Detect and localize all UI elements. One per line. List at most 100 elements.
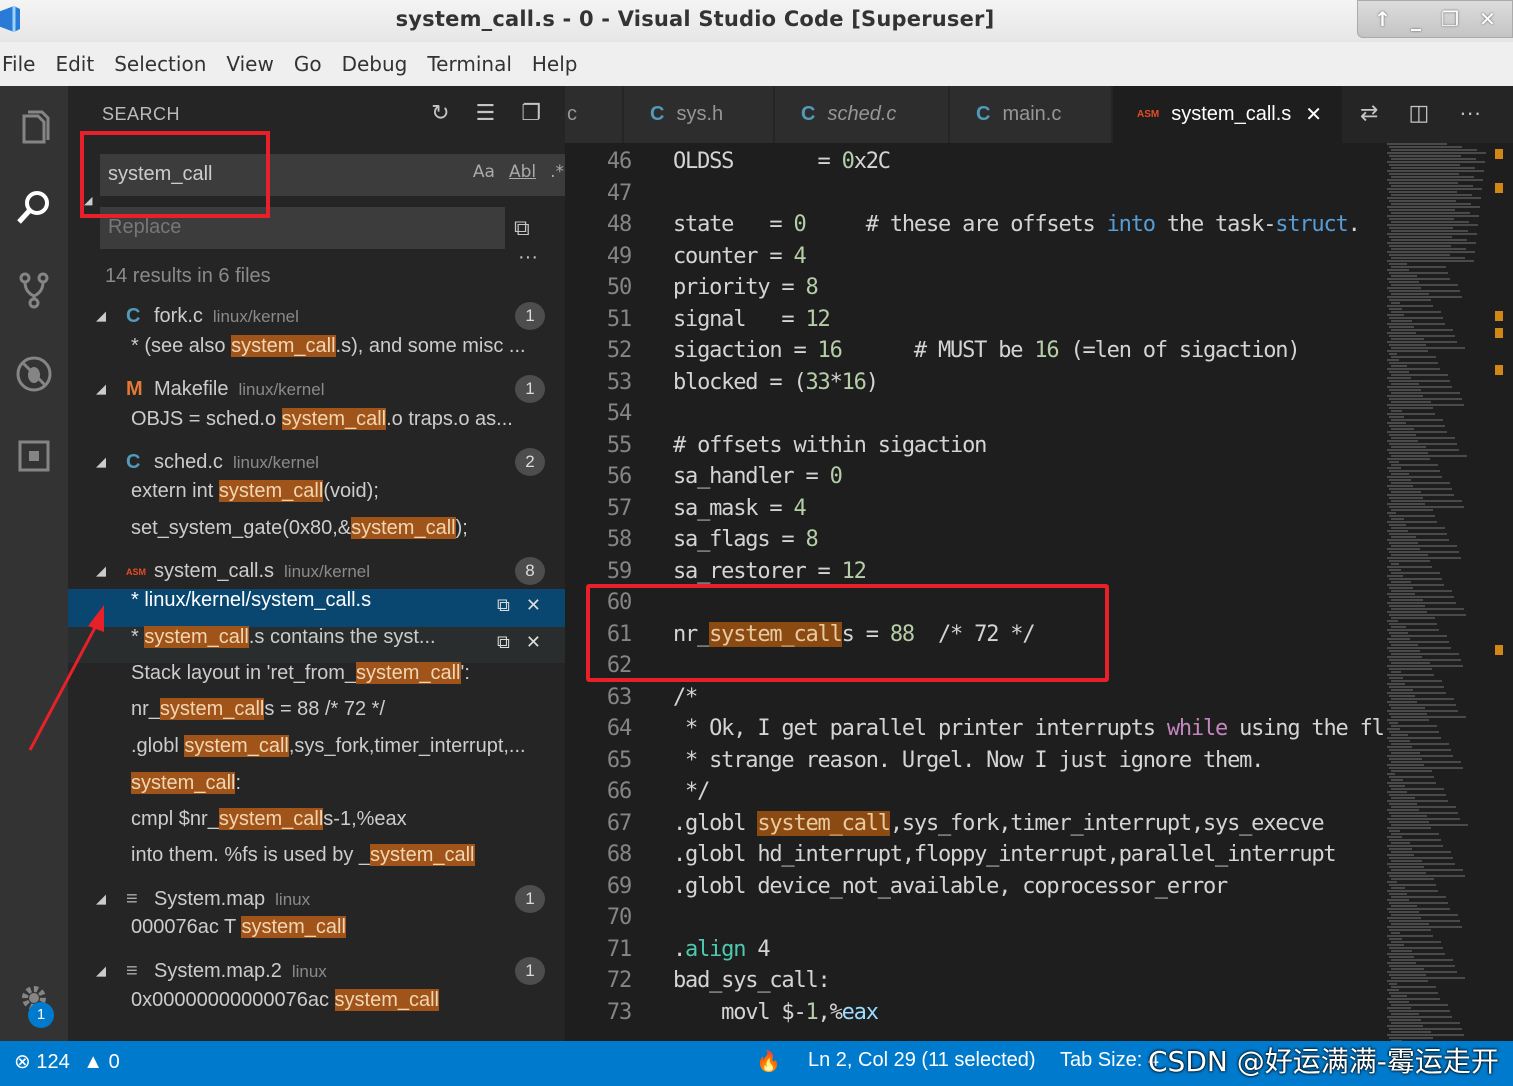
feedback-icon[interactable]: 🔥 (756, 1049, 781, 1074)
menu-go[interactable]: Go (284, 52, 332, 76)
match-result-row[interactable]: .globl system_call,sys_fork,timer_interr… (131, 735, 561, 771)
minimap-line (1389, 236, 1452, 238)
code-line[interactable]: 69 .globl device_not_available, coprocess… (565, 874, 1385, 906)
code-line[interactable]: 53 blocked = (33*16) (565, 370, 1385, 402)
code-line[interactable]: 63 /* (565, 685, 1385, 717)
search-icon[interactable] (0, 176, 68, 240)
collapse-all-icon[interactable]: ❐ (521, 100, 541, 126)
code-line[interactable]: 50 priority = 8 (565, 275, 1385, 307)
code-line[interactable]: 70 (565, 905, 1385, 937)
match-result-row[interactable]: 0x00000000000076ac system_call (131, 989, 561, 1025)
code-line[interactable]: 52 sigaction = 16 # MUST be 16 (=len of s… (565, 338, 1385, 370)
replace-icon[interactable]: ⧉ (497, 632, 510, 653)
toggle-search-details-icon[interactable]: ··· (518, 246, 538, 269)
collapse-arrow-icon[interactable]: ◢ (96, 454, 106, 470)
refresh-icon[interactable]: ↻ (431, 100, 449, 126)
code-line[interactable]: 66 */ (565, 779, 1385, 811)
minimap-line (1387, 197, 1481, 199)
code-line[interactable]: 68 .globl hd_interrupt,floppy_interrupt,p… (565, 842, 1385, 874)
menu-debug[interactable]: Debug (332, 52, 418, 76)
match-result-row[interactable]: Stack layout in 'ret_from_system_call': (131, 662, 561, 698)
minimap-line (1389, 623, 1437, 625)
match-result-row[interactable]: set_system_gate(0x80,&system_call); (131, 517, 561, 553)
close-icon[interactable]: ✕ (1479, 7, 1496, 31)
match-result-row[interactable]: extern int system_call(void); (131, 480, 561, 516)
file-result-row[interactable]: ◢ ASM system_call.s linux/kernel 8 (68, 553, 565, 589)
code-line[interactable]: 48 state = 0 # these are offsets into the… (565, 212, 1385, 244)
replace-icon[interactable]: ⧉ (497, 595, 510, 616)
replace-all-icon[interactable]: ⧉ (514, 215, 530, 241)
code-line[interactable]: 58 sa_flags = 8 (565, 527, 1385, 559)
code-line[interactable]: 57 sa_mask = 4 (565, 496, 1385, 528)
match-result-row[interactable]: * (see also system_call.s), and some mis… (131, 335, 561, 371)
regex-icon[interactable]: .* (550, 162, 564, 182)
always-on-top-icon[interactable]: ↑ (1374, 7, 1391, 31)
code-line[interactable]: 54 (565, 401, 1385, 433)
match-result-row[interactable]: 000076ac T system_call (131, 916, 561, 952)
code-line[interactable]: 71 .align 4 (565, 937, 1385, 969)
file-result-row[interactable]: ◢ M Makefile linux/kernel 1 (68, 371, 565, 407)
menu-help[interactable]: Help (522, 52, 588, 76)
open-changes-icon[interactable]: ⇄ (1360, 100, 1378, 126)
collapse-arrow-icon[interactable]: ◢ (96, 891, 106, 907)
explorer-icon[interactable] (0, 96, 68, 160)
tab-main-c[interactable]: C main.c (950, 86, 1112, 143)
watermark: CSDN @好运满满-霉运走开 (1148, 1045, 1499, 1078)
match-result-row[interactable]: into them. %fs is used by _system_call (131, 844, 561, 880)
collapse-arrow-icon[interactable]: ◢ (96, 381, 106, 397)
source-control-icon[interactable] (0, 258, 68, 322)
tab-system-call-s[interactable]: ASM system_call.s ✕ (1113, 86, 1343, 143)
match-case-icon[interactable]: Aa (473, 162, 495, 182)
match-result-row[interactable]: OBJS = sched.o system_call.o traps.o as.… (131, 408, 561, 444)
line-number: 52 (606, 338, 632, 363)
menu-terminal[interactable]: Terminal (417, 52, 522, 76)
collapse-arrow-icon[interactable]: ◢ (96, 308, 106, 324)
code-line[interactable]: 51 signal = 12 (565, 307, 1385, 339)
more-actions-icon[interactable]: ··· (1459, 100, 1481, 126)
split-editor-icon[interactable]: ◫ (1408, 100, 1429, 126)
dismiss-icon[interactable]: ✕ (526, 595, 541, 616)
code-line[interactable]: 47 (565, 181, 1385, 213)
whole-word-icon[interactable]: Abl (509, 162, 536, 182)
menu-edit[interactable]: Edit (45, 52, 104, 76)
file-result-row[interactable]: ◢ ≡ System.map linux 1 (68, 881, 565, 917)
file-result-row[interactable]: ◢ ≡ System.map.2 linux 1 (68, 953, 565, 989)
minimize-icon[interactable]: _ (1411, 7, 1421, 31)
collapse-arrow-icon[interactable]: ◢ (96, 963, 106, 979)
extensions-icon[interactable] (0, 424, 68, 488)
code-line[interactable]: 65 * strange reason. Urgel. Now I just i… (565, 748, 1385, 780)
code-line[interactable]: 67 .globl system_call,sys_fork,timer_inte… (565, 810, 1385, 843)
cursor-position[interactable]: Ln 2, Col 29 (11 selected) (808, 1049, 1036, 1072)
minimap[interactable] (1385, 143, 1486, 1041)
code-line[interactable]: 46 OLDSS = 0x2C (565, 149, 1385, 181)
menu-file[interactable]: File (0, 52, 45, 76)
match-result-row[interactable]: system_call: (131, 772, 561, 808)
code-line[interactable]: 73 movl $-1,%eax (565, 1000, 1385, 1032)
line-number: 57 (606, 495, 632, 521)
problems-indicator[interactable]: ⊗ 124 ▲ 0 (14, 1049, 120, 1074)
code-line[interactable]: 49 counter = 4 (565, 244, 1385, 276)
debug-icon[interactable] (0, 342, 68, 406)
menu-selection[interactable]: Selection (104, 52, 216, 76)
file-result-row[interactable]: ◢ Csched.c linux/kernel 2 (68, 444, 565, 480)
tab-sched-c[interactable]: C sched.c (775, 86, 949, 143)
menu-view[interactable]: View (216, 52, 283, 76)
code-line[interactable]: 72 bad_sys_call: (565, 968, 1385, 1000)
file-result-row[interactable]: ◢ Cfork.c linux/kernel 1 (68, 298, 565, 334)
line-text: counter = 4 (673, 243, 807, 269)
match-result-row[interactable]: * linux/kernel/system_call.s (131, 589, 491, 625)
code-line[interactable]: 55 # offsets within sigaction (565, 433, 1385, 465)
tab-sys-h[interactable]: C sys.h (624, 86, 774, 143)
code-line[interactable]: 56 sa_handler = 0 (565, 464, 1385, 496)
tab-partial[interactable]: c (565, 86, 623, 143)
collapse-arrow-icon[interactable]: ◢ (96, 563, 106, 579)
code-line[interactable]: 64 * Ok, I get parallel printer interrup… (565, 716, 1421, 748)
dismiss-icon[interactable]: ✕ (526, 632, 541, 653)
tab-size[interactable]: Tab Size: 4 (1060, 1049, 1159, 1072)
maximize-icon[interactable]: ❐ (1441, 7, 1459, 31)
clear-results-icon[interactable]: ☰ (476, 100, 496, 126)
match-result-row[interactable]: nr_system_calls = 88 /* 72 */ (131, 698, 561, 734)
close-tab-icon[interactable]: ✕ (1305, 102, 1322, 127)
match-result-row[interactable]: * system_call.s contains the syst... (131, 626, 491, 662)
match-result-row[interactable]: cmpl $nr_system_calls-1,%eax (131, 808, 561, 844)
